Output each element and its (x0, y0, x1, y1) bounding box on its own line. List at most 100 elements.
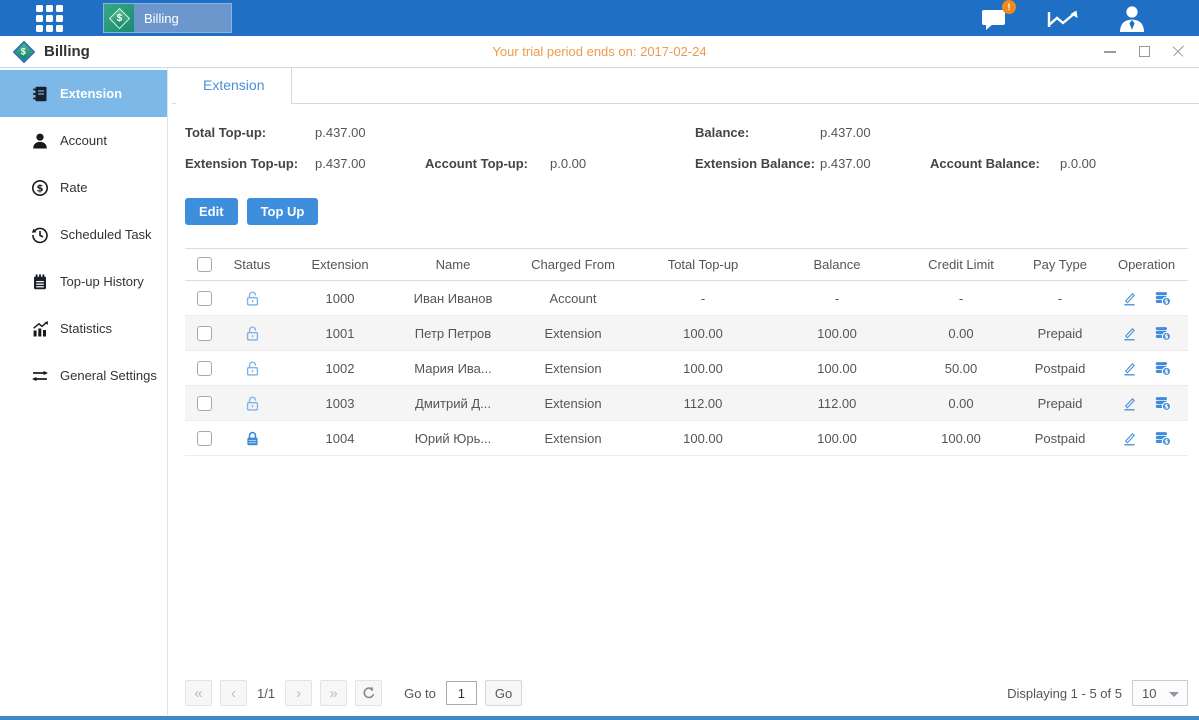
col-charged-from: Charged From (507, 257, 639, 272)
maximize-icon[interactable] (1137, 45, 1151, 59)
page-info: 1/1 (257, 686, 275, 701)
table-row: 1000 Иван Иванов Account - - - - $ (185, 281, 1188, 316)
cell-credit-limit: 0.00 (907, 396, 1015, 411)
balance-value: p.437.00 (820, 125, 930, 140)
row-checkbox[interactable] (197, 361, 212, 376)
cell-pay-type: Postpaid (1015, 361, 1105, 376)
top-up-button[interactable]: Top Up (247, 198, 319, 225)
table-row: 1002 Мария Ива... Extension 100.00 100.0… (185, 351, 1188, 386)
window-titlebar: $ Billing Your trial period ends on: 201… (0, 36, 1199, 68)
cell-extension: 1000 (281, 291, 399, 306)
extension-balance-label: Extension Balance: (695, 156, 820, 171)
sidebar-item-scheduled-task[interactable]: Scheduled Task (0, 211, 167, 258)
tab-extension[interactable]: Extension (176, 68, 292, 104)
user-account-icon[interactable] (1117, 5, 1147, 32)
cell-name: Петр Петров (399, 326, 507, 341)
col-name: Name (399, 257, 507, 272)
top-up-coins-icon[interactable]: $ (1153, 359, 1172, 377)
col-balance: Balance (767, 257, 907, 272)
top-up-coins-icon[interactable]: $ (1153, 324, 1172, 342)
cell-extension: 1003 (281, 396, 399, 411)
dollar-circle-icon: $ (30, 178, 50, 198)
col-status: Status (223, 257, 281, 272)
svg-text:$: $ (1164, 369, 1168, 376)
next-page-button[interactable]: › (285, 680, 312, 706)
reports-chart-icon[interactable] (1047, 6, 1079, 30)
sidebar-item-rate[interactable]: $ Rate (0, 164, 167, 211)
sidebar-item-extension[interactable]: Extension (0, 70, 167, 117)
main-content: Extension Total Top-up: p.437.00 Extensi… (168, 68, 1199, 715)
top-up-coins-icon[interactable]: $ (1153, 289, 1172, 307)
cell-credit-limit: - (907, 291, 1015, 306)
cell-charged-from: Extension (507, 396, 639, 411)
sidebar-item-label: Scheduled Task (60, 227, 152, 242)
extension-balance-value: p.437.00 (820, 156, 930, 171)
ledger-icon (30, 84, 50, 104)
top-up-coins-icon[interactable]: $ (1153, 394, 1172, 412)
top-up-coins-icon[interactable]: $ (1153, 429, 1172, 447)
cell-charged-from: Extension (507, 326, 639, 341)
cell-pay-type: Postpaid (1015, 431, 1105, 446)
select-all-checkbox[interactable] (197, 257, 212, 272)
extension-topup-label: Extension Top-up: (185, 156, 315, 171)
lock-closed-icon (223, 430, 281, 447)
col-extension: Extension (281, 257, 399, 272)
billing-diamond-dollar-icon: $ (13, 40, 36, 63)
prev-page-button[interactable]: ‹ (220, 680, 247, 706)
sidebar-item-account[interactable]: Account (0, 117, 167, 164)
row-checkbox[interactable] (197, 431, 212, 446)
close-icon[interactable] (1171, 45, 1185, 59)
table-row: 1001 Петр Петров Extension 100.00 100.00… (185, 316, 1188, 351)
minimize-icon[interactable] (1103, 45, 1117, 59)
row-checkbox[interactable] (197, 396, 212, 411)
taskbar-item-label: Billing (134, 11, 231, 26)
total-topup-value: p.437.00 (315, 125, 425, 140)
sidebar-item-topup-history[interactable]: Top-up History (0, 258, 167, 305)
edit-pencil-icon[interactable] (1121, 325, 1138, 342)
trial-notice: Your trial period ends on: 2017-02-24 (492, 44, 706, 59)
chevron-down-icon (1169, 692, 1179, 697)
go-button[interactable]: Go (485, 680, 522, 706)
cell-name: Дмитрий Д... (399, 396, 507, 411)
edit-pencil-icon[interactable] (1121, 395, 1138, 412)
page-size-select[interactable]: 10 (1132, 680, 1188, 706)
lock-open-icon (223, 325, 281, 342)
bar-chart-icon (30, 319, 50, 339)
cell-credit-limit: 50.00 (907, 361, 1015, 376)
row-checkbox[interactable] (197, 291, 212, 306)
first-page-button[interactable]: « (185, 680, 212, 706)
cell-name: Юрий Юрь... (399, 431, 507, 446)
col-credit-limit: Credit Limit (907, 257, 1015, 272)
billing-diamond-dollar-icon: $ (108, 7, 129, 28)
cell-extension: 1001 (281, 326, 399, 341)
cell-extension: 1004 (281, 431, 399, 446)
sidebar-item-label: Account (60, 133, 107, 148)
row-checkbox[interactable] (197, 326, 212, 341)
taskbar-item-billing[interactable]: $ Billing (103, 3, 232, 33)
cell-name: Мария Ива... (399, 361, 507, 376)
billing-app-tile: $ (104, 4, 134, 32)
cell-balance: 100.00 (767, 431, 907, 446)
edit-pencil-icon[interactable] (1121, 360, 1138, 377)
cell-total-topup: 100.00 (639, 361, 767, 376)
edit-pencil-icon[interactable] (1121, 430, 1138, 447)
extensions-table: Status Extension Name Charged From Total… (185, 248, 1188, 456)
goto-page-input[interactable] (446, 681, 477, 705)
lock-open-icon (223, 290, 281, 307)
edit-pencil-icon[interactable] (1121, 290, 1138, 307)
sidebar-item-statistics[interactable]: Statistics (0, 305, 167, 352)
messages-icon[interactable]: ! (981, 6, 1009, 31)
table-row: 1004 Юрий Юрь... Extension 100.00 100.00… (185, 421, 1188, 456)
account-topup-value: p.0.00 (550, 156, 586, 171)
edit-button[interactable]: Edit (185, 198, 238, 225)
refresh-icon[interactable] (355, 680, 382, 706)
sidebar-item-general-settings[interactable]: General Settings (0, 352, 167, 399)
total-topup-label: Total Top-up: (185, 125, 315, 140)
app-launcher-grid-icon[interactable] (36, 5, 63, 32)
sidebar: Extension Account $ Rat (0, 68, 168, 715)
svg-text:$: $ (37, 183, 44, 194)
cell-extension: 1002 (281, 361, 399, 376)
last-page-button[interactable]: » (320, 680, 347, 706)
lock-open-icon (223, 395, 281, 412)
summary-panel: Total Top-up: p.437.00 Extension Top-up:… (185, 117, 1188, 181)
